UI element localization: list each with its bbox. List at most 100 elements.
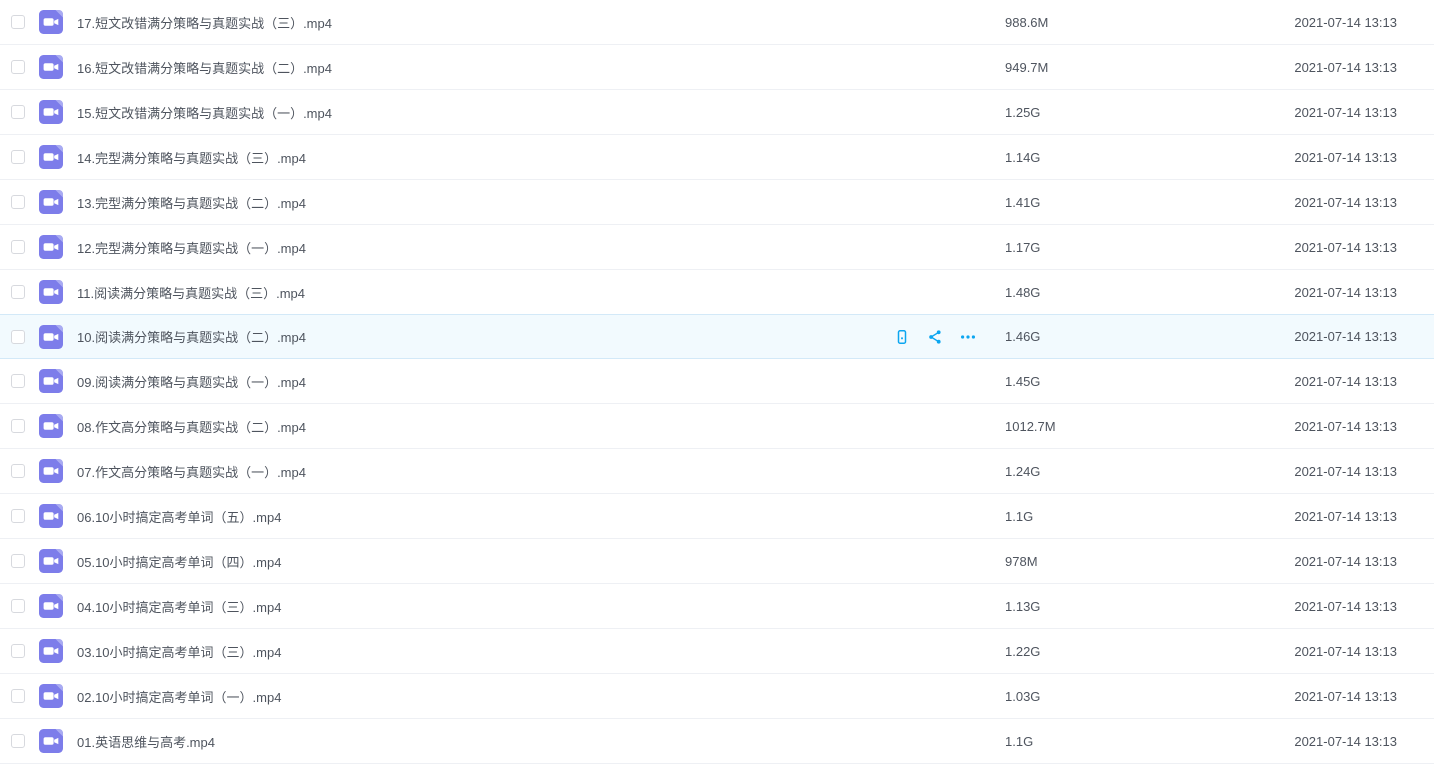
- file-modified: 2021-07-14 13:13: [1294, 554, 1397, 569]
- file-modified: 2021-07-14 13:13: [1294, 60, 1397, 75]
- file-name[interactable]: 17.短文改错满分策略与真题实战（三）.mp4: [77, 13, 332, 32]
- file-row[interactable]: 13.完型满分策略与真题实战（二）.mp4: [0, 180, 1434, 225]
- file-modified: 2021-07-14 13:13: [1294, 689, 1397, 704]
- share-button[interactable]: [926, 328, 944, 346]
- video-file-icon: [39, 235, 63, 259]
- row-checkbox[interactable]: [11, 554, 25, 568]
- file-row[interactable]: 08.作文高分策略与真题实战（二）.mp4: [0, 404, 1434, 449]
- video-file-icon: [39, 280, 63, 304]
- ellipsis-icon: [960, 329, 976, 345]
- file-list: 17.短文改错满分策略与真题实战（三）.mp4: [0, 0, 1434, 764]
- file-size: 988.6M: [1005, 15, 1048, 30]
- row-checkbox[interactable]: [11, 195, 25, 209]
- file-row[interactable]: 05.10小时搞定高考单词（四）.mp4: [0, 539, 1434, 584]
- row-checkbox[interactable]: [11, 689, 25, 703]
- file-row[interactable]: 02.10小时搞定高考单词（一）.mp4: [0, 674, 1434, 719]
- video-file-icon: [39, 549, 63, 573]
- file-size: 978M: [1005, 554, 1038, 569]
- file-size: 1.1G: [1005, 734, 1033, 749]
- video-file-icon: [39, 639, 63, 663]
- file-modified: 2021-07-14 13:13: [1294, 150, 1397, 165]
- file-row[interactable]: 06.10小时搞定高考单词（五）.mp4: [0, 494, 1434, 539]
- row-checkbox[interactable]: [11, 644, 25, 658]
- file-modified: 2021-07-14 13:13: [1294, 464, 1397, 479]
- video-file-icon: [39, 369, 63, 393]
- row-checkbox[interactable]: [11, 150, 25, 164]
- video-file-icon: [39, 55, 63, 79]
- file-row[interactable]: 09.阅读满分策略与真题实战（一）.mp4: [0, 359, 1434, 404]
- file-size: 1.22G: [1005, 644, 1040, 659]
- video-file-icon: [39, 414, 63, 438]
- file-name[interactable]: 08.作文高分策略与真题实战（二）.mp4: [77, 417, 306, 436]
- file-row[interactable]: 14.完型满分策略与真题实战（三）.mp4: [0, 135, 1434, 180]
- row-checkbox[interactable]: [11, 464, 25, 478]
- row-checkbox[interactable]: [11, 599, 25, 613]
- row-checkbox[interactable]: [11, 419, 25, 433]
- file-row[interactable]: 03.10小时搞定高考单词（三）.mp4: [0, 629, 1434, 674]
- file-size: 1.03G: [1005, 689, 1040, 704]
- file-name[interactable]: 12.完型满分策略与真题实战（一）.mp4: [77, 238, 306, 257]
- file-modified: 2021-07-14 13:13: [1294, 285, 1397, 300]
- file-modified: 2021-07-14 13:13: [1294, 644, 1397, 659]
- save-to-phone-button[interactable]: [893, 328, 911, 346]
- file-size: 1.46G: [1005, 329, 1040, 344]
- file-name[interactable]: 03.10小时搞定高考单词（三）.mp4: [77, 642, 281, 661]
- file-size: 1.14G: [1005, 150, 1040, 165]
- video-file-icon: [39, 459, 63, 483]
- file-name[interactable]: 09.阅读满分策略与真题实战（一）.mp4: [77, 372, 306, 391]
- row-checkbox[interactable]: [11, 285, 25, 299]
- file-modified: 2021-07-14 13:13: [1294, 105, 1397, 120]
- file-row[interactable]: 12.完型满分策略与真题实战（一）.mp4: [0, 225, 1434, 270]
- file-row[interactable]: 15.短文改错满分策略与真题实战（一）.mp4: [0, 90, 1434, 135]
- file-size: 949.7M: [1005, 60, 1048, 75]
- file-size: 1.45G: [1005, 374, 1040, 389]
- file-size: 1.17G: [1005, 240, 1040, 255]
- file-row[interactable]: 17.短文改错满分策略与真题实战（三）.mp4: [0, 0, 1434, 45]
- file-size: 1.25G: [1005, 105, 1040, 120]
- file-name[interactable]: 01.英语思维与高考.mp4: [77, 732, 215, 751]
- file-row[interactable]: 04.10小时搞定高考单词（三）.mp4: [0, 584, 1434, 629]
- row-checkbox[interactable]: [11, 734, 25, 748]
- file-name[interactable]: 06.10小时搞定高考单词（五）.mp4: [77, 507, 281, 526]
- file-row[interactable]: 11.阅读满分策略与真题实战（三）.mp4: [0, 270, 1434, 315]
- video-file-icon: [39, 729, 63, 753]
- row-checkbox[interactable]: [11, 105, 25, 119]
- file-name[interactable]: 14.完型满分策略与真题实战（三）.mp4: [77, 148, 306, 167]
- file-row[interactable]: 16.短文改错满分策略与真题实战（二）.mp4: [0, 45, 1434, 90]
- file-name[interactable]: 07.作文高分策略与真题实战（一）.mp4: [77, 462, 306, 481]
- file-modified: 2021-07-14 13:13: [1294, 195, 1397, 210]
- file-name[interactable]: 16.短文改错满分策略与真题实战（二）.mp4: [77, 58, 332, 77]
- row-checkbox[interactable]: [11, 60, 25, 74]
- file-size: 1012.7M: [1005, 419, 1056, 434]
- file-modified: 2021-07-14 13:13: [1294, 509, 1397, 524]
- file-modified: 2021-07-14 13:13: [1294, 419, 1397, 434]
- row-checkbox[interactable]: [11, 330, 25, 344]
- more-button[interactable]: [959, 328, 977, 346]
- video-file-icon: [39, 594, 63, 618]
- row-checkbox[interactable]: [11, 240, 25, 254]
- file-name[interactable]: 10.阅读满分策略与真题实战（二）.mp4: [77, 327, 306, 346]
- file-name[interactable]: 11.阅读满分策略与真题实战（三）.mp4: [77, 283, 305, 302]
- file-size: 1.1G: [1005, 509, 1033, 524]
- file-modified: 2021-07-14 13:13: [1294, 734, 1397, 749]
- file-row[interactable]: 10.阅读满分策略与真题实战（二）.mp4: [0, 314, 1434, 359]
- row-checkbox[interactable]: [11, 15, 25, 29]
- file-modified: 2021-07-14 13:13: [1294, 240, 1397, 255]
- file-name[interactable]: 04.10小时搞定高考单词（三）.mp4: [77, 597, 281, 616]
- row-checkbox[interactable]: [11, 374, 25, 388]
- row-checkbox[interactable]: [11, 509, 25, 523]
- file-name[interactable]: 15.短文改错满分策略与真题实战（一）.mp4: [77, 103, 332, 122]
- file-name[interactable]: 02.10小时搞定高考单词（一）.mp4: [77, 687, 281, 706]
- file-row[interactable]: 07.作文高分策略与真题实战（一）.mp4: [0, 449, 1434, 494]
- file-modified: 2021-07-14 13:13: [1294, 599, 1397, 614]
- phone-icon: [894, 329, 910, 345]
- file-name[interactable]: 05.10小时搞定高考单词（四）.mp4: [77, 552, 281, 571]
- file-row[interactable]: 01.英语思维与高考.mp4: [0, 719, 1434, 764]
- row-actions: [893, 315, 977, 358]
- file-size: 1.24G: [1005, 464, 1040, 479]
- file-modified: 2021-07-14 13:13: [1294, 329, 1397, 344]
- file-modified: 2021-07-14 13:13: [1294, 374, 1397, 389]
- file-name[interactable]: 13.完型满分策略与真题实战（二）.mp4: [77, 193, 306, 212]
- file-size: 1.13G: [1005, 599, 1040, 614]
- video-file-icon: [39, 684, 63, 708]
